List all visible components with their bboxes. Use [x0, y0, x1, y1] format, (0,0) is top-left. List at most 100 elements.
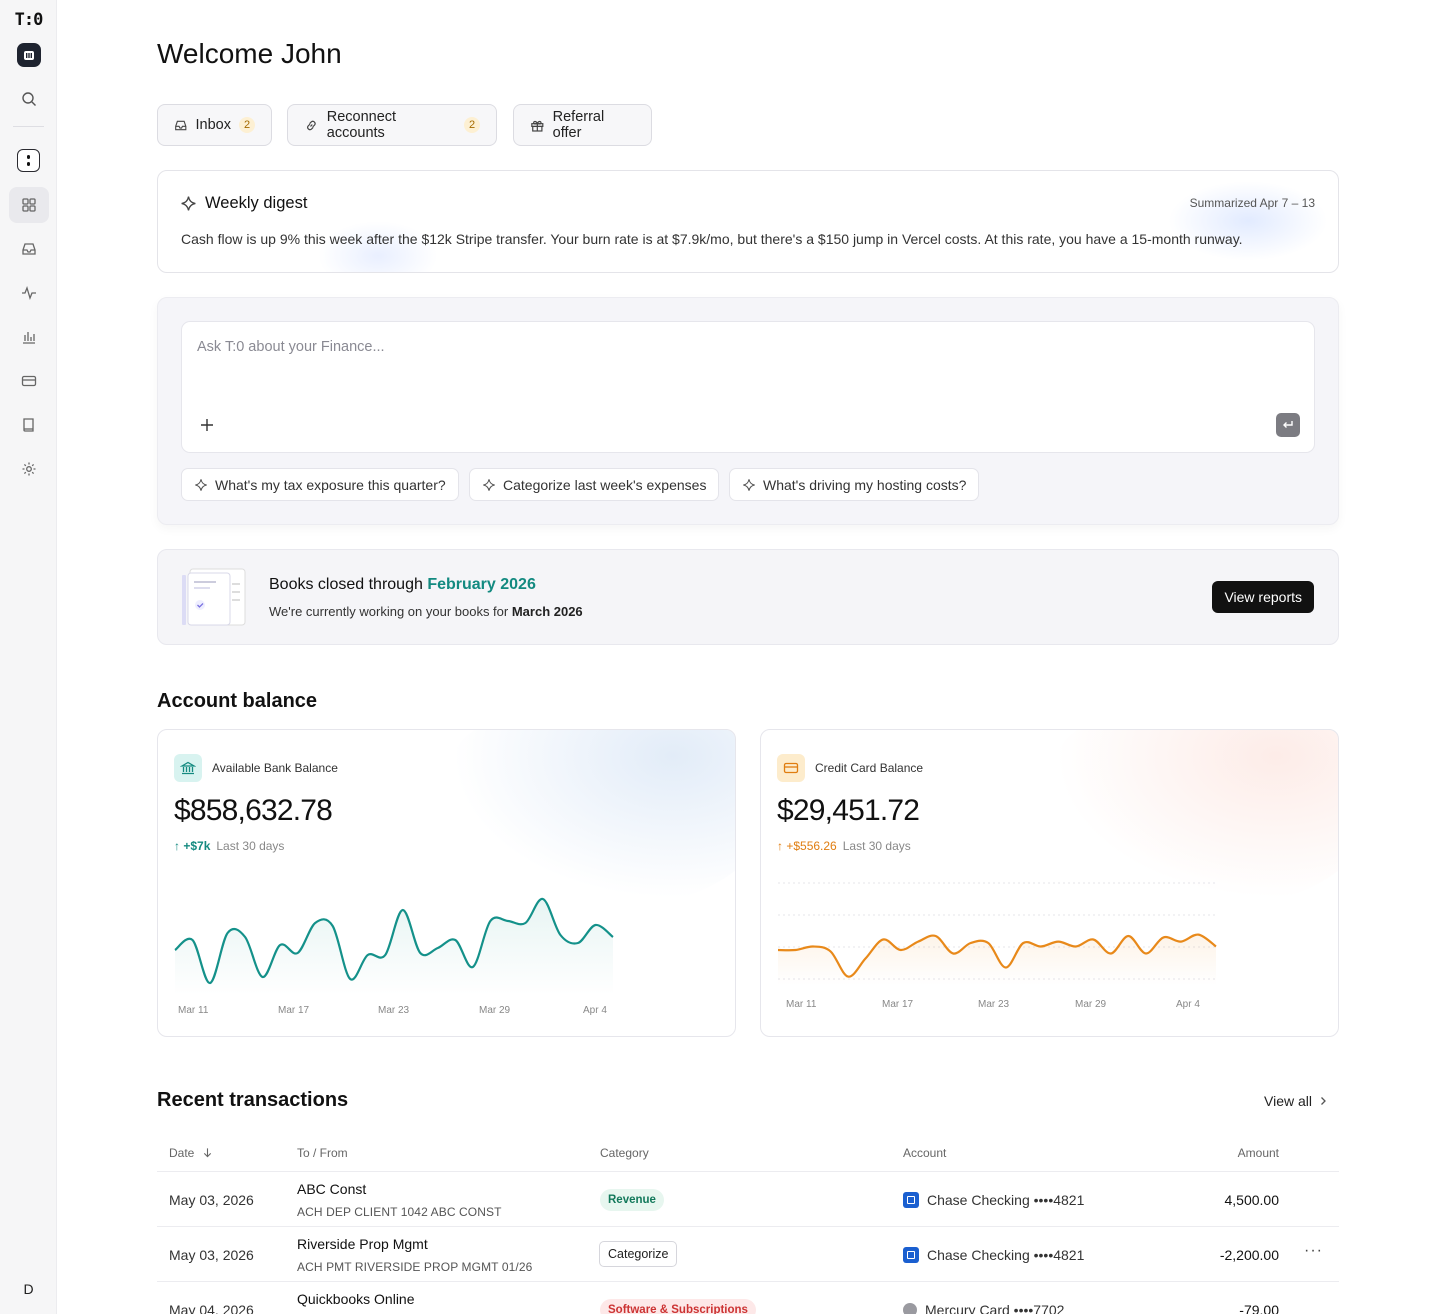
books-subtitle: We're currently working on your books fo…	[269, 604, 583, 619]
more-options-icon[interactable]: ···	[1304, 1242, 1323, 1260]
chevron-right-icon	[1321, 1097, 1326, 1105]
settings-icon[interactable]	[9, 451, 49, 487]
account-label: Mercury Card ••••7702	[925, 1302, 1065, 1314]
x-tick-label: Apr 4	[583, 1005, 607, 1016]
account-label: Chase Checking ••••4821	[927, 1192, 1085, 1208]
link-icon	[307, 120, 316, 130]
chase-bank-icon	[903, 1247, 919, 1263]
sparkle-icon	[743, 478, 755, 491]
chip-label: Inbox	[195, 117, 231, 133]
page-title: Welcome John	[157, 38, 342, 69]
bank-balance-card[interactable]: Available Bank Balance $858,632.78 ↑ +$7…	[157, 729, 736, 1037]
referral-offer-chip[interactable]: Referral offer	[513, 104, 652, 146]
category-badge[interactable]: Software & Subscriptions	[600, 1299, 756, 1314]
workspace-icon[interactable]	[17, 43, 41, 67]
series-area	[175, 898, 613, 995]
column-category: Category	[600, 1146, 649, 1160]
avatar[interactable]: D	[17, 1278, 40, 1301]
sparkle-icon	[181, 196, 196, 211]
reports-icon[interactable]	[9, 319, 49, 355]
suggestion-label: What's driving my hosting costs?	[763, 476, 967, 493]
weekly-digest-card: Weekly digest Summarized Apr 7 – 13 Cash…	[157, 170, 1339, 273]
column-date[interactable]: Date	[169, 1146, 213, 1160]
books-working-month: March 2026	[511, 604, 583, 619]
sparkle-icon	[195, 478, 207, 491]
series-area	[778, 934, 1216, 985]
ask-input[interactable]	[197, 339, 1097, 355]
row-memo: ACH PMT RIVERSIDE PROP MGMT 01/26	[297, 1260, 533, 1274]
mercury-bank-icon	[903, 1303, 917, 1314]
document-illustration-icon	[182, 568, 246, 626]
x-tick-label: Mar 23	[378, 1005, 410, 1016]
send-button[interactable]	[1276, 413, 1300, 437]
suggestion-label: What's my tax exposure this quarter?	[215, 476, 446, 493]
books-closed-month: February 2026	[427, 576, 536, 593]
suggestion-chip[interactable]: What's my tax exposure this quarter?	[181, 468, 459, 501]
suggestion-chip[interactable]: What's driving my hosting costs?	[729, 468, 980, 501]
digest-title: Weekly digest	[205, 194, 308, 212]
column-amount: Amount	[1237, 1146, 1279, 1160]
books-title: Books closed through February 2026	[269, 576, 536, 594]
sidebar: T:0 D	[0, 0, 57, 1314]
inbox-icon	[175, 120, 187, 130]
column-label: Date	[169, 1146, 195, 1160]
chase-bank-icon	[903, 1192, 919, 1208]
sparkle-icon	[483, 478, 495, 491]
books-title-prefix: Books closed through	[269, 576, 428, 593]
view-all-link[interactable]: View all	[1264, 1093, 1328, 1109]
app-logo[interactable]: T:0	[0, 10, 57, 30]
categorize-button[interactable]: Categorize	[599, 1241, 678, 1267]
x-tick-label: Apr 4	[1176, 999, 1200, 1010]
table-row[interactable]: May 03, 2026 Riverside Prop Mgmt ACH PMT…	[157, 1227, 1339, 1282]
activity-icon[interactable]	[9, 275, 49, 311]
row-name: Quickbooks Online	[297, 1291, 415, 1307]
account-label: Chase Checking ••••4821	[927, 1247, 1085, 1263]
book-icon[interactable]	[9, 407, 49, 443]
credit-card-balance-card[interactable]: Credit Card Balance $29,451.72 ↑ +$556.2…	[760, 729, 1339, 1037]
arrow-down-icon	[203, 1148, 211, 1158]
row-date: May 04, 2026	[169, 1302, 254, 1314]
table-row[interactable]: May 03, 2026 ABC Const ACH DEP CLIENT 10…	[157, 1172, 1339, 1227]
ask-box	[181, 321, 1315, 453]
digest-date-range: Summarized Apr 7 – 13	[1189, 196, 1315, 210]
count-badge: 2	[464, 117, 480, 133]
books-status-card: Books closed through February 2026 We're…	[157, 549, 1339, 645]
dashboard-icon[interactable]	[9, 187, 49, 223]
count-badge: 2	[239, 117, 255, 133]
card-icon[interactable]	[9, 363, 49, 399]
row-amount: 4,500.00	[1224, 1192, 1280, 1208]
row-account: Chase Checking ••••4821	[903, 1247, 1084, 1263]
view-reports-button[interactable]: View reports	[1212, 581, 1314, 613]
transactions-table: Date To / From Category Account Amount M…	[157, 1136, 1339, 1314]
column-account: Account	[903, 1146, 947, 1160]
x-tick-label: Mar 11	[178, 1005, 209, 1016]
ask-panel: What's my tax exposure this quarter? Cat…	[157, 297, 1339, 525]
chip-label: Reconnect accounts	[326, 109, 397, 141]
x-tick-label: Mar 17	[882, 999, 914, 1010]
x-tick-label: Mar 23	[978, 999, 1010, 1010]
chip-label: Referral offer	[552, 109, 605, 141]
row-account: Mercury Card ••••7702	[903, 1302, 1064, 1314]
row-account: Chase Checking ••••4821	[903, 1192, 1084, 1208]
category-badge[interactable]: Revenue	[600, 1189, 664, 1211]
plus-icon[interactable]	[199, 417, 215, 433]
enter-icon	[1283, 421, 1293, 428]
books-sub-prefix: We're currently working on your books fo…	[269, 604, 512, 619]
row-date: May 03, 2026	[169, 1192, 254, 1208]
table-row[interactable]: May 04, 2026 Quickbooks Online Software …	[157, 1282, 1339, 1314]
reconnect-accounts-chip[interactable]: Reconnect accounts 2	[287, 104, 497, 146]
bank-balance-chart: Mar 11 Mar 17 Mar 23 Mar 29 Apr 4	[174, 897, 614, 1016]
inbox-chip[interactable]: Inbox 2	[157, 104, 272, 146]
section-title-account-balance: Account balance	[157, 690, 318, 712]
row-amount: -79.00	[1239, 1302, 1279, 1314]
x-tick-label: Mar 11	[786, 999, 817, 1010]
search-icon[interactable]	[9, 81, 49, 117]
app-switcher-icon[interactable]	[17, 149, 40, 172]
inbox-icon[interactable]	[9, 231, 49, 267]
x-tick-label: Mar 29	[479, 1005, 511, 1016]
credit-card-balance-chart: Mar 11 Mar 17 Mar 23 Mar 29 Apr 4	[777, 882, 1217, 1010]
suggestion-label: Categorize last week's expenses	[503, 476, 707, 493]
section-title-recent-transactions: Recent transactions	[157, 1089, 349, 1111]
suggestion-chip[interactable]: Categorize last week's expenses	[469, 468, 720, 501]
x-tick-label: Mar 29	[1075, 999, 1107, 1010]
